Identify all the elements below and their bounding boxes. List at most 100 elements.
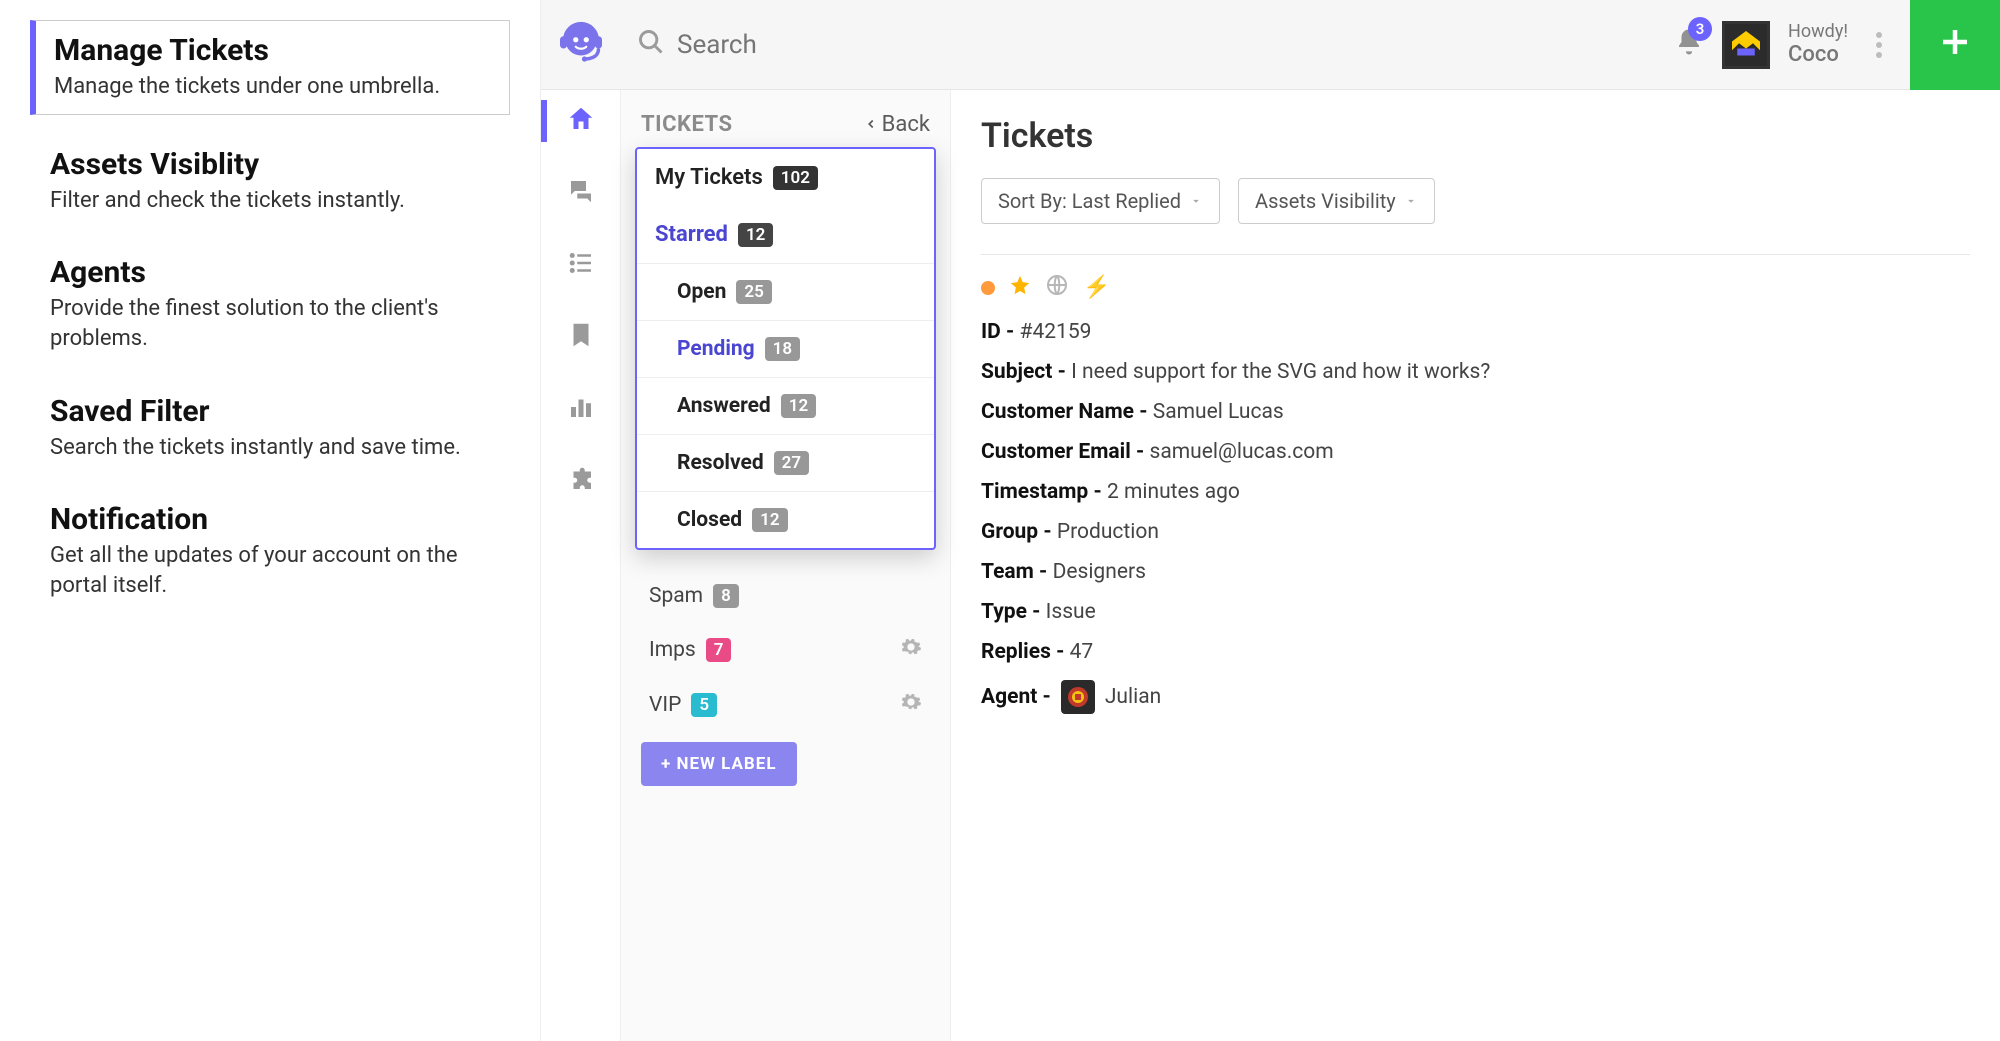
timestamp-label: Timestamp - xyxy=(981,480,1107,504)
item-label: My Tickets xyxy=(655,165,763,190)
feature-assets-visibility[interactable]: Assets Visiblity Filter and check the ti… xyxy=(30,139,510,224)
tickets-dropdown-panel: My Tickets 102 Starred 12 Open 25 Pendin… xyxy=(635,147,936,550)
plus-icon xyxy=(1937,24,1973,65)
feature-desc: Provide the finest solution to the clien… xyxy=(50,294,490,353)
user-menu-button[interactable] xyxy=(1866,32,1892,58)
assets-visibility-dropdown[interactable]: Assets Visibility xyxy=(1238,178,1435,224)
sub-pending[interactable]: Pending 18 xyxy=(637,320,934,377)
sub-count: 18 xyxy=(765,337,800,361)
user-avatar[interactable] xyxy=(1722,21,1770,69)
gear-icon[interactable] xyxy=(900,636,922,663)
customer-email-value: samuel@lucas.com xyxy=(1149,440,1333,464)
imps-item[interactable]: Imps 7 xyxy=(641,622,930,677)
home-icon xyxy=(566,104,596,139)
greeting-label: Howdy! xyxy=(1788,22,1848,43)
notifications-button[interactable]: 3 xyxy=(1674,27,1704,62)
gear-icon[interactable] xyxy=(900,691,922,718)
nav-home[interactable] xyxy=(562,102,600,140)
nav-plugins[interactable] xyxy=(562,462,600,500)
sidebar-title: TICKETS xyxy=(641,112,733,137)
topbar: 3 Howdy! Coco xyxy=(541,0,2000,90)
sub-label: Open xyxy=(677,280,726,304)
feature-notification[interactable]: Notification Get all the updates of your… xyxy=(30,494,510,608)
new-label-button[interactable]: + NEW LABEL xyxy=(641,742,797,786)
customer-email-label: Customer Email - xyxy=(981,440,1149,464)
item-label: Imps xyxy=(649,638,696,662)
nav-bookmark[interactable] xyxy=(562,318,600,356)
nav-chat[interactable] xyxy=(562,174,600,212)
replies-label: Replies - xyxy=(981,640,1070,664)
bolt-icon: ⚡ xyxy=(1083,275,1110,300)
feature-title: Assets Visiblity xyxy=(50,147,490,182)
app-window: 3 Howdy! Coco xyxy=(540,0,2000,1041)
sub-count: 27 xyxy=(774,451,809,475)
agent-value: Julian xyxy=(1105,685,1161,709)
list-icon xyxy=(566,248,596,283)
nav-list[interactable] xyxy=(562,246,600,284)
replies-value: 47 xyxy=(1070,640,1094,664)
sub-label: Pending xyxy=(677,337,755,361)
item-count: 102 xyxy=(773,166,818,190)
back-label: Back xyxy=(882,112,930,137)
caret-down-icon xyxy=(1404,189,1418,213)
feature-title: Notification xyxy=(50,502,490,537)
feature-desc: Get all the updates of your account on t… xyxy=(50,541,490,600)
user-block: Howdy! Coco xyxy=(1788,22,1848,68)
sub-count: 25 xyxy=(736,280,771,304)
status-dot-icon xyxy=(981,281,995,295)
bookmark-icon xyxy=(566,320,596,355)
feature-title: Manage Tickets xyxy=(54,33,491,68)
feature-saved-filter[interactable]: Saved Filter Search the tickets instantl… xyxy=(30,386,510,471)
content-row: TICKETS Back My Tickets 102 Starred 12 O… xyxy=(541,90,2000,1041)
caret-down-icon xyxy=(1189,189,1203,213)
tickets-sidebar: TICKETS Back My Tickets 102 Starred 12 O… xyxy=(621,90,951,1041)
lower-filter-list: Spam8 Imps 7 VIP5 xyxy=(641,570,930,732)
item-count: 12 xyxy=(738,223,773,247)
chevron-left-icon xyxy=(864,112,878,137)
subject-value: I need support for the SVG and how it wo… xyxy=(1071,360,1490,384)
group-value: Production xyxy=(1057,520,1159,544)
back-button[interactable]: Back xyxy=(864,112,930,137)
features-list: Manage Tickets Manage the tickets under … xyxy=(0,0,540,1041)
feature-desc: Filter and check the tickets instantly. xyxy=(50,186,490,216)
type-value: Issue xyxy=(1046,600,1096,624)
sub-open[interactable]: Open 25 xyxy=(637,263,934,320)
timestamp-value: 2 minutes ago xyxy=(1107,480,1240,504)
feature-manage-tickets[interactable]: Manage Tickets Manage the tickets under … xyxy=(30,20,510,115)
assets-label: Assets Visibility xyxy=(1255,189,1396,213)
username-label: Coco xyxy=(1788,42,1848,67)
nav-rail xyxy=(541,90,621,1041)
sub-answered[interactable]: Answered 12 xyxy=(637,377,934,434)
sub-resolved[interactable]: Resolved 27 xyxy=(637,434,934,491)
group-label: Group - xyxy=(981,520,1057,544)
feature-agents[interactable]: Agents Provide the finest solution to th… xyxy=(30,247,510,361)
vip-item[interactable]: VIP5 xyxy=(641,677,930,732)
add-button[interactable] xyxy=(1910,0,2000,90)
customer-name-value: Samuel Lucas xyxy=(1153,400,1284,424)
page-title: Tickets xyxy=(981,116,1970,156)
feature-title: Agents xyxy=(50,255,490,290)
id-value: #42159 xyxy=(1020,320,1092,344)
app-logo[interactable] xyxy=(541,17,621,73)
feature-desc: Search the tickets instantly and save ti… xyxy=(50,433,490,463)
star-icon[interactable] xyxy=(1009,274,1031,301)
sub-label: Closed xyxy=(677,508,742,532)
sub-label: Answered xyxy=(677,394,771,418)
item-count: 7 xyxy=(706,638,732,662)
my-tickets-item[interactable]: My Tickets 102 xyxy=(637,149,934,206)
id-label: ID - xyxy=(981,320,1020,344)
search-input[interactable] xyxy=(677,30,977,60)
agent-label: Agent - xyxy=(981,685,1051,709)
feature-title: Saved Filter xyxy=(50,394,490,429)
search-bar xyxy=(621,28,1674,61)
starred-item[interactable]: Starred 12 xyxy=(637,206,934,263)
topbar-right: 3 Howdy! Coco xyxy=(1674,0,2000,90)
search-icon xyxy=(637,28,665,61)
subject-label: Subject - xyxy=(981,360,1071,384)
sort-dropdown[interactable]: Sort By: Last Replied xyxy=(981,178,1220,224)
nav-analytics[interactable] xyxy=(562,390,600,428)
sub-closed[interactable]: Closed 12 xyxy=(637,491,934,548)
spam-item[interactable]: Spam8 xyxy=(641,570,930,622)
chat-icon xyxy=(566,176,596,211)
type-label: Type - xyxy=(981,600,1046,624)
